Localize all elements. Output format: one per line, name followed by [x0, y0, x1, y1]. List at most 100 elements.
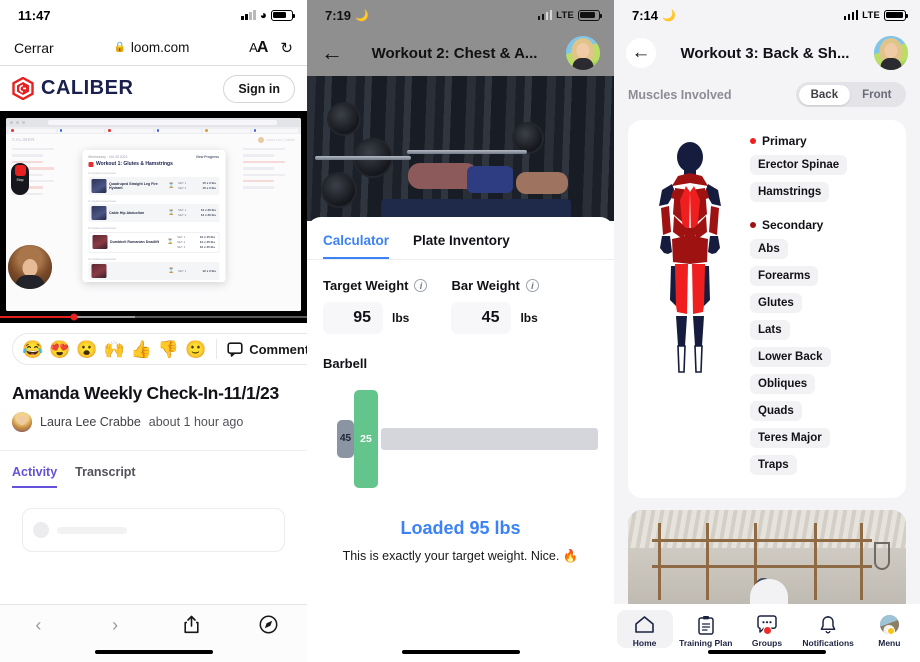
muscle-chip[interactable]: Erector Spinae — [750, 155, 848, 175]
muscles-card: Primary Erector Spinae Hamstrings Second… — [628, 120, 906, 498]
info-icon[interactable]: i — [414, 279, 428, 292]
muscle-chip[interactable]: Hamstrings — [750, 182, 830, 202]
chevron-right-icon[interactable]: › — [95, 615, 135, 636]
embedded-app-bar: CALIBER Laura Lee Crabbe — [6, 134, 301, 145]
add-reaction-icon[interactable]: 🙂 — [183, 341, 208, 358]
toggle-option-front[interactable]: Front — [850, 85, 903, 105]
bench-press-photo[interactable] — [307, 76, 614, 221]
barbell-visualization[interactable]: 45 25 — [323, 381, 598, 496]
muscle-chip[interactable]: Lats — [750, 320, 790, 340]
embedded-workout-modal: Wednesday · Oct 25 2023 View Progress Wo… — [82, 150, 225, 282]
exercise-timer-icon: ⌛ — [168, 210, 175, 216]
muscle-chip[interactable]: Lower Back — [750, 347, 831, 367]
muscles-section-header: Muscles Involved Back Front — [614, 76, 920, 107]
nav-bar-2: ← Workout 2: Chest & A... — [307, 30, 614, 76]
emoji-heart-eyes[interactable]: 😍 — [47, 341, 72, 358]
user-avatar[interactable] — [873, 36, 908, 70]
comment-composer[interactable] — [22, 508, 285, 552]
primary-chips: Erector Spinae Hamstrings — [750, 155, 898, 209]
exercise-timer-icon: ⌛ — [167, 239, 174, 245]
status-bar-1: 11:47 ◕ — [0, 0, 307, 30]
bar-weight-label: Bar Weight i — [451, 278, 539, 293]
tab-plate-inventory[interactable]: Plate Inventory — [413, 233, 510, 259]
exercise-row[interactable]: ⌛ SET 1 12 x 0 lbs — [88, 262, 219, 280]
home-icon — [634, 614, 655, 635]
arrow-left-icon[interactable]: ← — [626, 38, 656, 68]
muscle-chip[interactable]: Teres Major — [750, 428, 830, 448]
panel-muscles-involved: 7:14 🌙 LTE ← Workout 3: Back & Sh... Mus… — [614, 0, 920, 662]
three-phone-screenshots: 11:47 ◕ Cerrar 🔒 loom.com AA ↻ CALIBER S… — [0, 0, 920, 662]
exercise-row[interactable]: Dumbbell Romanian Deadlift ⌛ SET 1 10 x 4… — [88, 231, 219, 253]
tab-menu[interactable]: Menu — [861, 610, 917, 648]
gym-rig-photo[interactable] — [628, 510, 906, 615]
video-progress-bar[interactable] — [0, 313, 307, 321]
toggle-option-back[interactable]: Back — [798, 84, 851, 105]
barbell-label: Barbell — [323, 356, 368, 371]
close-button[interactable]: Cerrar — [14, 40, 54, 56]
target-weight-box: 95 lbs — [323, 302, 427, 334]
tab-transcript[interactable]: Transcript — [75, 465, 135, 488]
plate-25[interactable]: 25 — [354, 389, 378, 488]
exercise-row[interactable]: Cable Hip Abduction ⌛ SET 1 12 x 20 lbs S… — [88, 204, 219, 222]
muscle-chip[interactable]: Glutes — [750, 293, 802, 313]
comment-bubble-icon — [227, 341, 243, 357]
content-tabs: Activity Transcript — [0, 450, 307, 488]
exercise-row[interactable]: Quadruped Straight Leg Fire Hydrant ⌛ SE… — [88, 176, 219, 195]
site-header: CALIBER Sign in — [0, 66, 307, 111]
target-weight-input[interactable]: 95 — [323, 302, 383, 334]
modal-view-progress[interactable]: View Progress — [196, 155, 219, 159]
muscle-chip[interactable]: Abs — [750, 239, 788, 259]
recorder-control[interactable]: Stop — [11, 163, 29, 195]
sign-in-button[interactable]: Sign in — [223, 74, 295, 103]
tab-activity[interactable]: Activity — [12, 465, 58, 488]
tab-groups[interactable]: Groups — [739, 610, 795, 648]
emoji-surprised[interactable]: 😮 — [74, 341, 99, 358]
signal-bars-icon — [843, 10, 859, 20]
user-avatar[interactable] — [566, 36, 600, 70]
url-text: loom.com — [130, 40, 190, 55]
reaction-bar: 😂 😍 😮 🙌 👍 👎 🙂 Comment — [0, 323, 307, 369]
emoji-thumbs-down[interactable]: 👎 — [156, 341, 181, 358]
tab-calculator[interactable]: Calculator — [323, 233, 390, 259]
info-icon[interactable]: i — [525, 279, 539, 292]
video-controls[interactable] — [0, 311, 307, 323]
tab-notifications[interactable]: Notifications — [800, 610, 856, 648]
status-right: LTE — [537, 9, 602, 21]
progress-scrubber-handle[interactable] — [70, 313, 78, 321]
caliber-hex-logo-icon — [12, 77, 34, 100]
muscle-chip[interactable]: Quads — [750, 401, 802, 421]
muscle-chip[interactable]: Obliques — [750, 374, 816, 394]
safari-compass-icon[interactable] — [249, 615, 289, 639]
panel-plate-calculator: 7:19 🌙 LTE ← Workout 2: Chest & A... Cal… — [307, 0, 614, 662]
tab-home[interactable]: Home — [616, 610, 673, 648]
loom-video-player[interactable]: CALIBER Laura Lee Crabbe Wednesday · Oct… — [0, 111, 307, 323]
muscle-chip[interactable]: Traps — [750, 455, 797, 475]
composer-avatar — [33, 522, 49, 538]
share-icon[interactable] — [172, 615, 212, 639]
exercise-name: Quadruped Straight Leg Fire Hydrant — [109, 181, 158, 190]
emoji-raised-hands[interactable]: 🙌 — [102, 341, 127, 358]
stop-recording-icon[interactable] — [14, 165, 26, 176]
exercise-group-label-3: Completed exercises — [88, 256, 117, 261]
comment-label: Comment — [249, 341, 307, 357]
tab-training-plan[interactable]: Training Plan — [678, 610, 734, 648]
back-front-toggle[interactable]: Back Front — [796, 82, 906, 107]
post-meta: Laura Lee Crabbe about 1 hour ago — [0, 404, 307, 432]
signal-bars-icon — [241, 10, 256, 20]
bar-weight-block: 45 — [337, 419, 354, 458]
arrow-left-icon[interactable]: ← — [321, 42, 343, 64]
comment-button[interactable]: Comment — [225, 341, 307, 357]
address-bar[interactable]: 🔒 loom.com — [113, 40, 189, 55]
exercise-timer-icon: ⌛ — [168, 182, 175, 189]
status-left: 11:47 — [18, 8, 51, 23]
chevron-left-icon[interactable]: ‹ — [18, 615, 58, 636]
bar-weight-input[interactable]: 45 — [451, 302, 512, 334]
reload-icon[interactable]: ↻ — [280, 39, 293, 57]
emoji-laugh[interactable]: 😂 — [20, 341, 45, 358]
text-size-button[interactable]: AA — [249, 39, 268, 57]
bar-weight-box: 45 lbs — [451, 302, 538, 334]
emoji-thumbs-up[interactable]: 👍 — [129, 341, 154, 358]
muscle-chip[interactable]: Forearms — [750, 266, 819, 286]
anatomy-back-view-figure — [642, 140, 738, 385]
status-time: 7:19 — [325, 7, 352, 23]
